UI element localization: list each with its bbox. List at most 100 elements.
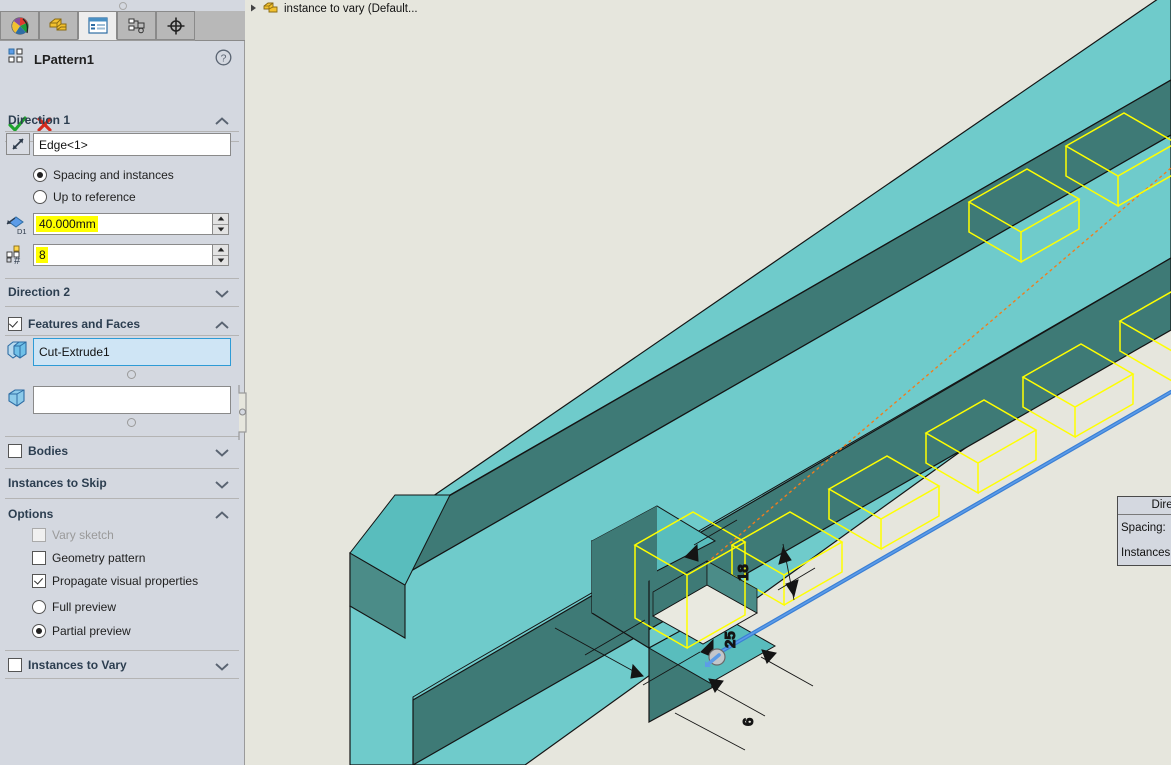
panel-pin-dot[interactable] bbox=[119, 2, 127, 10]
checkbox-label: Vary sketch bbox=[52, 528, 114, 542]
section-rule bbox=[5, 306, 239, 307]
property-manager-panel: LPattern1 ? bbox=[0, 0, 245, 765]
tab-dimxpert-manager[interactable] bbox=[156, 11, 195, 40]
section-rule bbox=[5, 650, 239, 651]
direction1-spacing-spinner[interactable] bbox=[212, 213, 229, 235]
callout-spacing-row: Spacing: 40mm bbox=[1118, 515, 1171, 540]
direction1-instances-input[interactable]: 8 bbox=[33, 244, 213, 266]
svg-text:#: # bbox=[14, 255, 21, 266]
radio-spacing-and-instances[interactable]: Spacing and instances bbox=[33, 168, 174, 182]
expand-arrow-icon[interactable] bbox=[249, 3, 258, 16]
graphics-viewport[interactable]: 18 25 6 bbox=[245, 0, 1171, 765]
direction1-callout-dialog[interactable]: Direction 1 Spacing: 40mm bbox=[1117, 496, 1171, 566]
section-rule bbox=[5, 131, 239, 132]
section-rule bbox=[5, 498, 239, 499]
direction1-reference-input[interactable]: Edge<1> bbox=[33, 133, 231, 156]
features-selection-value: Cut-Extrude1 bbox=[39, 345, 110, 359]
radio-up-to-reference[interactable]: Up to reference bbox=[33, 190, 136, 204]
radio-label: Partial preview bbox=[52, 624, 131, 638]
manager-tab-strip bbox=[0, 0, 245, 41]
checkbox-geometry-pattern[interactable]: Geometry pattern bbox=[32, 551, 145, 565]
section-header-instances-to-vary[interactable]: Instances to Vary bbox=[0, 654, 244, 676]
features-and-faces-checkbox[interactable] bbox=[8, 317, 22, 331]
direction1-instances-spinner[interactable] bbox=[212, 244, 229, 266]
features-selection-input[interactable]: Cut-Extrude1 bbox=[33, 338, 231, 366]
property-manager-header: LPattern1 ? bbox=[0, 40, 244, 100]
callout-body: Spacing: 40mm Inst bbox=[1118, 514, 1171, 565]
section-rule bbox=[5, 436, 239, 437]
3d-model-canvas: 18 25 6 bbox=[245, 0, 1171, 765]
bodies-checkbox[interactable] bbox=[8, 444, 22, 458]
chevron-up-icon[interactable] bbox=[214, 114, 230, 132]
tab-property-manager[interactable] bbox=[78, 11, 117, 40]
section-rule bbox=[5, 335, 239, 336]
dim-18: 18 bbox=[735, 564, 752, 581]
spinner-up-icon[interactable] bbox=[213, 245, 228, 256]
checkbox-indicator bbox=[32, 551, 46, 565]
linear-pattern-icon bbox=[8, 48, 26, 70]
section-header-direction1[interactable]: Direction 1 bbox=[0, 109, 244, 131]
section-header-bodies[interactable]: Bodies bbox=[0, 440, 244, 462]
chevron-down-icon[interactable] bbox=[214, 659, 230, 677]
property-list-icon bbox=[88, 17, 108, 34]
chevron-down-icon[interactable] bbox=[214, 445, 230, 463]
checkbox-indicator bbox=[32, 574, 46, 588]
number-of-instances-icon: # bbox=[6, 245, 29, 271]
direction1-spacing-value: 40.000mm bbox=[36, 216, 98, 232]
callout-instances-row: Instances: 8 bbox=[1118, 540, 1171, 565]
section-label-options: Options bbox=[8, 507, 53, 521]
direction1-instances-value: 8 bbox=[36, 247, 48, 263]
svg-text:D1: D1 bbox=[17, 227, 27, 236]
spinner-down-icon[interactable] bbox=[213, 225, 228, 235]
radio-partial-preview[interactable]: Partial preview bbox=[32, 624, 131, 638]
tabstrip-top-bar bbox=[0, 0, 245, 11]
features-resize-dot[interactable] bbox=[127, 370, 136, 379]
feature-title-row: LPattern1 bbox=[8, 48, 94, 70]
faces-resize-dot[interactable] bbox=[127, 418, 136, 427]
tab-feature-manager-design-tree[interactable] bbox=[39, 11, 78, 40]
callout-collapse-chevron[interactable] bbox=[1117, 572, 1171, 590]
d1-spacing-icon: D1 bbox=[6, 215, 29, 241]
help-question-icon[interactable]: ? bbox=[215, 49, 232, 66]
direction1-spacing-input[interactable]: 40.000mm bbox=[33, 213, 213, 235]
callout-title: Direction 1 bbox=[1118, 497, 1171, 514]
color-sphere-icon bbox=[10, 16, 30, 36]
faces-selection-input[interactable] bbox=[33, 386, 231, 414]
panel-splitter-handle[interactable] bbox=[238, 385, 252, 440]
chevron-down-icon[interactable] bbox=[214, 286, 230, 304]
section-rule bbox=[5, 678, 239, 679]
spinner-up-icon[interactable] bbox=[213, 214, 228, 225]
radio-full-preview[interactable]: Full preview bbox=[32, 600, 116, 614]
direction1-reference-value: Edge<1> bbox=[39, 138, 88, 152]
chevron-up-icon[interactable] bbox=[214, 318, 230, 336]
reverse-direction-arrow-icon bbox=[10, 136, 26, 152]
instances-to-vary-checkbox[interactable] bbox=[8, 658, 22, 672]
radio-indicator bbox=[33, 190, 47, 204]
section-label-instances-to-skip: Instances to Skip bbox=[8, 476, 107, 490]
configuration-icon bbox=[127, 17, 147, 35]
feature-title: LPattern1 bbox=[34, 52, 94, 67]
features-selection-icon bbox=[6, 340, 30, 367]
section-header-features-and-faces[interactable]: Features and Faces bbox=[0, 313, 244, 335]
section-header-options[interactable]: Options bbox=[0, 503, 244, 525]
dim-25: 25 bbox=[722, 631, 739, 648]
callout-instances-label: Instances: bbox=[1118, 540, 1171, 565]
section-label-features-and-faces: Features and Faces bbox=[28, 317, 140, 331]
section-header-direction2[interactable]: Direction 2 bbox=[0, 281, 244, 303]
tab-display-manager[interactable] bbox=[0, 11, 39, 40]
breadcrumb: instance to vary (Default... bbox=[249, 0, 418, 18]
checkbox-label: Propagate visual properties bbox=[52, 574, 198, 588]
svg-text:?: ? bbox=[221, 52, 227, 64]
radio-indicator bbox=[32, 600, 46, 614]
tab-configuration-manager[interactable] bbox=[117, 11, 156, 40]
chevron-down-icon[interactable] bbox=[214, 477, 230, 495]
solidworks-window: 18 25 6 bbox=[0, 0, 1171, 765]
breadcrumb-text[interactable]: instance to vary (Default... bbox=[284, 3, 418, 15]
chevron-up-icon[interactable] bbox=[214, 508, 230, 526]
checkbox-propagate-visual-properties[interactable]: Propagate visual properties bbox=[32, 574, 198, 588]
dim-6: 6 bbox=[740, 718, 757, 726]
reverse-direction-button[interactable] bbox=[6, 133, 30, 155]
tabstrip-filler bbox=[195, 11, 245, 41]
section-header-instances-to-skip[interactable]: Instances to Skip bbox=[0, 472, 244, 494]
spinner-down-icon[interactable] bbox=[213, 256, 228, 266]
